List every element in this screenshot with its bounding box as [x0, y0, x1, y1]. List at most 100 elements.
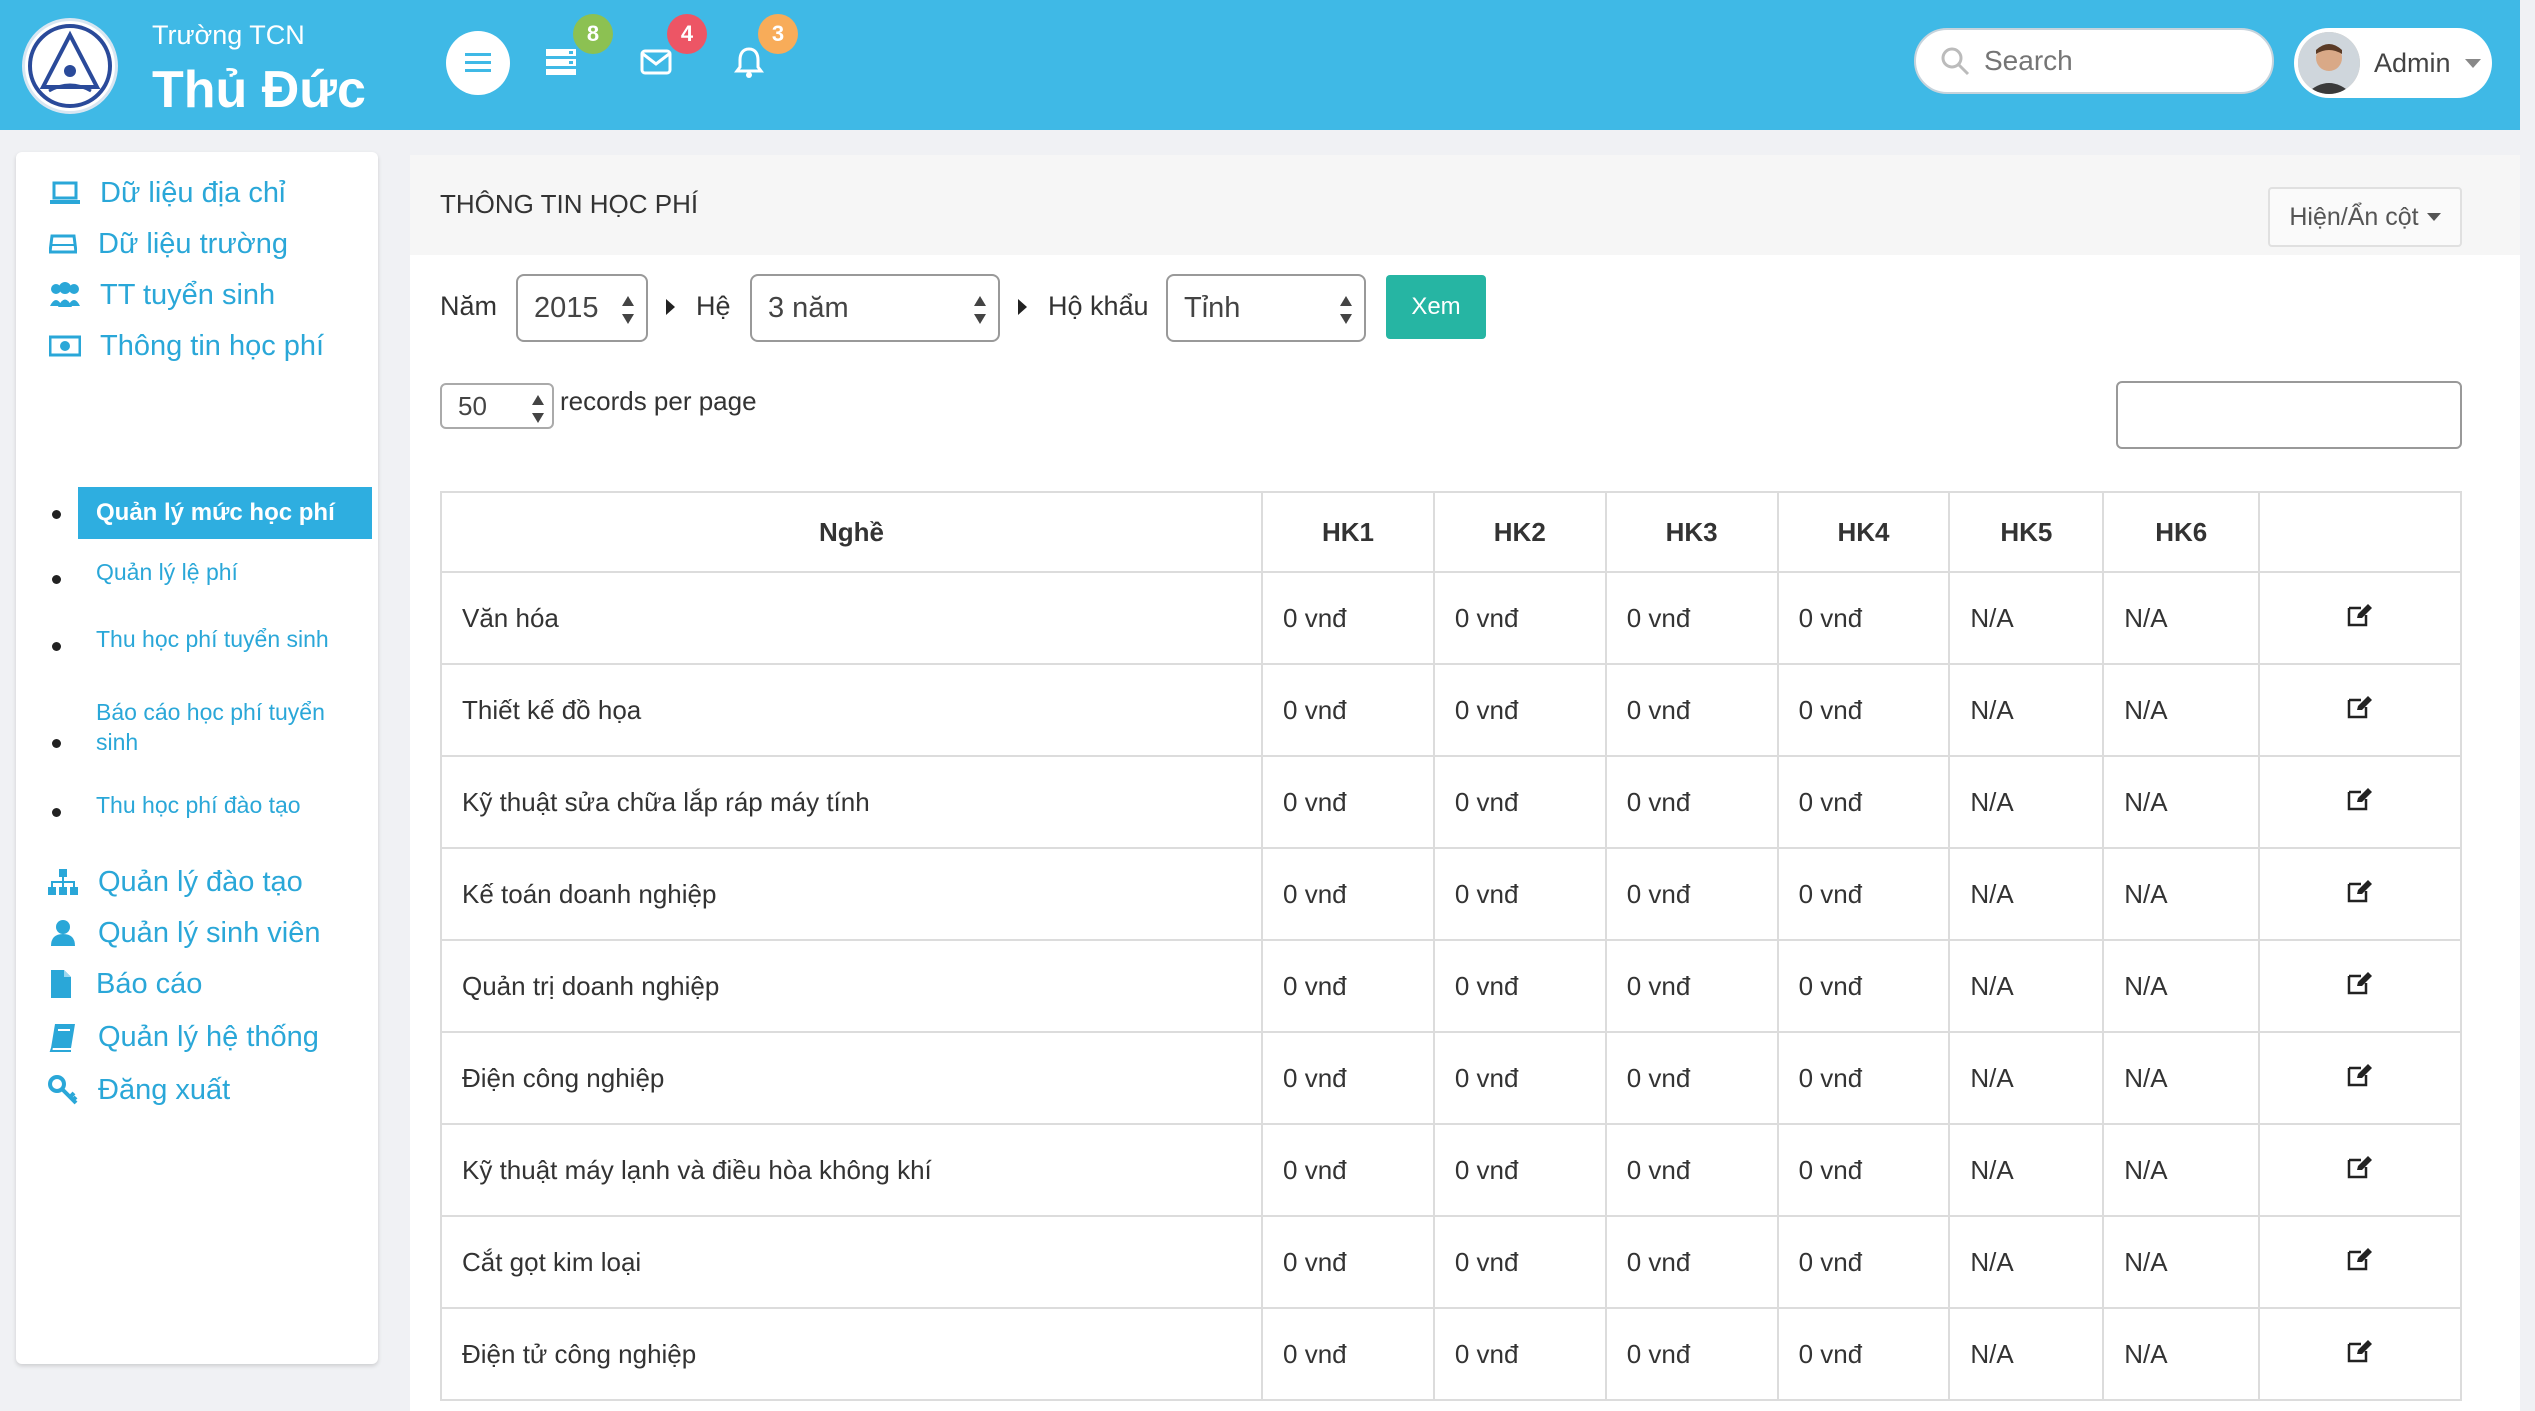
search-box[interactable] — [1914, 28, 2274, 94]
column-header[interactable]: HK6 — [2102, 491, 2261, 573]
edit-icon[interactable] — [2347, 879, 2373, 903]
column-header[interactable]: Nghề — [439, 491, 1264, 573]
view-button[interactable]: Xem — [1386, 275, 1486, 339]
cell-hk1: 0 vnđ — [1261, 663, 1435, 757]
cell-hk3: 0 vnđ — [1604, 1307, 1779, 1401]
cell-hk6: N/A — [2102, 939, 2261, 1033]
user-icon — [46, 916, 80, 950]
sidebar-subitem-thu-dao-tao[interactable]: Thu học phí đào tạo — [96, 790, 301, 820]
sidebar-subitem-le-phi[interactable]: Quản lý lệ phí — [96, 557, 238, 587]
table-row: Cắt gọt kim loại 0 vnđ 0 vnđ 0 vnđ 0 vnđ N/A N… — [439, 1215, 2462, 1309]
edit-icon[interactable] — [2347, 603, 2373, 627]
cell-hk6: N/A — [2102, 1307, 2261, 1401]
bullet — [52, 510, 61, 519]
sidebar-item-label: Thông tin học phí — [100, 329, 325, 362]
search-input[interactable] — [1984, 45, 2254, 77]
edit-icon[interactable] — [2347, 695, 2373, 719]
edit-icon[interactable] — [2347, 1247, 2373, 1271]
cell-hk5: N/A — [1948, 755, 2105, 849]
year-select-value: 2015 — [534, 291, 599, 324]
sidebar-item-label: Quản lý đào tạo — [98, 865, 303, 898]
menu-toggle-button[interactable] — [446, 31, 510, 95]
sidebar-subitem-bao-cao-tuyen-sinh[interactable]: Báo cáo học phí tuyển sinh — [96, 697, 356, 757]
year-select[interactable]: 2015 — [516, 274, 648, 342]
he-select[interactable]: 3 năm — [750, 274, 1000, 342]
bullet — [52, 642, 61, 651]
bullet — [52, 808, 61, 817]
sidebar-item-he-thong[interactable]: Quản lý hệ thống — [46, 1020, 319, 1054]
edit-icon[interactable] — [2347, 1063, 2373, 1087]
bullet — [52, 739, 61, 748]
edit-icon[interactable] — [2347, 787, 2373, 811]
cell-hk2: 0 vnđ — [1432, 1215, 1607, 1309]
column-header[interactable]: HK4 — [1776, 491, 1951, 573]
cell-hk1: 0 vnđ — [1261, 847, 1435, 941]
cell-hk3: 0 vnđ — [1604, 1123, 1779, 1217]
cell-hk1: 0 vnđ — [1261, 571, 1435, 665]
cell-hk1: 0 vnđ — [1261, 1307, 1435, 1401]
cell-nghe: Điện công nghiệp — [439, 1031, 1264, 1125]
table-row: Kế toán doanh nghiệp 0 vnđ 0 vnđ 0 vnđ 0 vnđ… — [439, 847, 2462, 941]
cell-hk6: N/A — [2102, 1123, 2261, 1217]
column-header[interactable]: HK3 — [1604, 491, 1779, 573]
user-menu[interactable]: Admin — [2294, 28, 2492, 98]
column-header[interactable]: HK5 — [1948, 491, 2105, 573]
money-icon — [48, 329, 82, 363]
sidebar-subitem-thu-tuyen-sinh[interactable]: Thu học phí tuyển sinh — [96, 624, 329, 654]
cell-action — [2258, 939, 2462, 1033]
cell-hk4: 0 vnđ — [1776, 663, 1951, 757]
chevron-down-icon — [2464, 58, 2481, 68]
cell-hk1: 0 vnđ — [1261, 755, 1435, 849]
cell-action — [2258, 571, 2462, 665]
cell-hk5: N/A — [1948, 939, 2105, 1033]
cell-hk5: N/A — [1948, 847, 2105, 941]
cell-action — [2258, 1215, 2462, 1309]
sidebar-item-hoc-phi[interactable]: Thông tin học phí — [48, 329, 324, 363]
cell-hk4: 0 vnđ — [1776, 1215, 1951, 1309]
edit-icon[interactable] — [2347, 971, 2373, 995]
cell-hk4: 0 vnđ — [1776, 939, 1951, 1033]
cell-hk4: 0 vnđ — [1776, 1123, 1951, 1217]
cell-hk2: 0 vnđ — [1432, 1123, 1607, 1217]
cell-nghe: Cắt gọt kim loại — [439, 1215, 1264, 1309]
sidebar: Dữ liệu địa chỉ Dữ liệu trường TT tuyển … — [16, 152, 378, 1364]
sidebar-item-tuyen-sinh[interactable]: TT tuyển sinh — [48, 278, 275, 312]
school-logo[interactable] — [22, 18, 118, 114]
sidebar-item-dao-tao[interactable]: Quản lý đào tạo — [46, 865, 303, 899]
table-row: Kỹ thuật máy lạnh và điều hòa không khí 0… — [439, 1123, 2462, 1217]
edit-icon[interactable] — [2347, 1155, 2373, 1179]
select-arrows-icon — [622, 296, 634, 324]
sidebar-item-label: Quản lý hệ thống — [98, 1020, 319, 1053]
cell-hk2: 0 vnđ — [1432, 1307, 1607, 1401]
sitemap-icon — [46, 865, 80, 899]
table-header-row: Nghề HK1 HK2 HK3 HK4 HK5 HK6 — [439, 491, 2462, 573]
sidebar-item-dia-chi[interactable]: Dữ liệu địa chỉ — [48, 176, 285, 210]
sidebar-item-truong[interactable]: Dữ liệu trường — [46, 227, 288, 261]
messages-button[interactable] — [636, 42, 676, 82]
sidebar-subitem-label: Quản lý mức học phí — [96, 499, 335, 526]
list-notifications-button[interactable] — [541, 42, 581, 82]
records-per-page-value: 50 — [458, 390, 487, 421]
cell-hk1: 0 vnđ — [1261, 1215, 1435, 1309]
sidebar-item-sinh-vien[interactable]: Quản lý sinh viên — [46, 916, 320, 950]
cell-hk5: N/A — [1948, 571, 2105, 665]
cell-hk3: 0 vnđ — [1604, 847, 1779, 941]
server-icon — [546, 49, 576, 75]
edit-icon[interactable] — [2347, 1339, 2373, 1363]
brand-subtitle: Trường TCN — [152, 20, 305, 50]
page-title: THÔNG TIN HỌC PHÍ — [440, 189, 699, 219]
cell-nghe: Thiết kế đồ họa — [439, 663, 1264, 757]
hokhau-select[interactable]: Tỉnh — [1166, 274, 1366, 342]
sidebar-subitem-muc-hoc-phi[interactable]: Quản lý mức học phí — [78, 487, 372, 539]
records-per-page-label: records per page — [560, 386, 757, 416]
sidebar-item-dang-xuat[interactable]: Đăng xuất — [46, 1073, 230, 1107]
column-toggle-button[interactable]: Hiện/Ẩn cột — [2268, 187, 2462, 247]
table-filter-input[interactable] — [2116, 381, 2462, 449]
column-header[interactable]: HK1 — [1261, 491, 1435, 573]
sidebar-item-label: Quản lý sinh viên — [98, 916, 321, 949]
sidebar-item-bao-cao[interactable]: Báo cáo — [44, 967, 202, 1001]
records-per-page-select[interactable]: 50 — [440, 383, 554, 429]
panel-header: THÔNG TIN HỌC PHÍ Hiện/Ẩn cột — [410, 155, 2520, 255]
column-header[interactable]: HK2 — [1432, 491, 1607, 573]
cell-hk2: 0 vnđ — [1432, 847, 1607, 941]
